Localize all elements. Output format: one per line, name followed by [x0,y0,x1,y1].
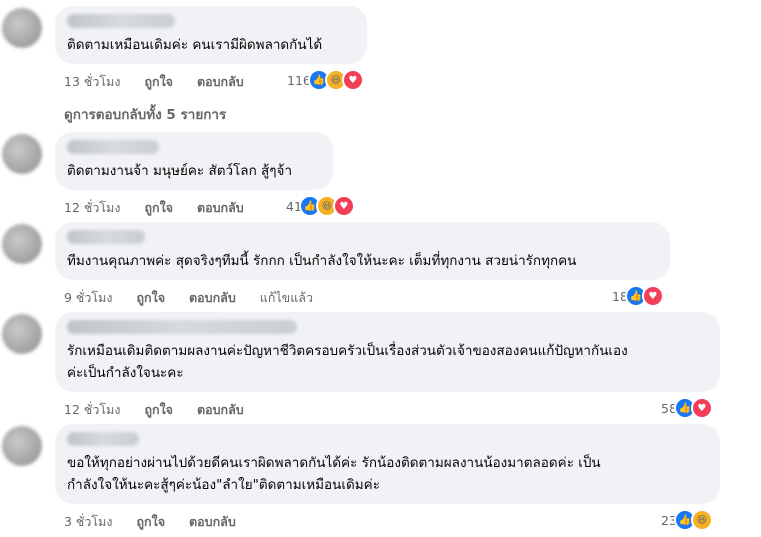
comment-text: รักเหมือนเดิมติดตามผลงานค่ะปัญหาชีวิตครอ… [67,343,628,381]
reply-button[interactable]: ตอบกลับ [197,200,244,215]
reactions-summary[interactable]: 41 👍 😆 ♥ [286,195,355,217]
comment-bubble: รักเหมือนเดิมติดตามผลงานค่ะปัญหาชีวิตครอ… [55,312,720,392]
comment-bubble: ขอให้ทุกอย่างผ่านไปด้วยดีคนเราผิดพลาดกัน… [55,424,720,504]
love-icon: ♥ [332,195,355,217]
commenter-name[interactable] [67,432,139,446]
commenter-name[interactable] [67,230,145,244]
comment-bubble: ติดตามเหมือนเดิมค่ะ คนเรามีผิดพลาดกันได้ [55,6,367,64]
like-button[interactable]: ถูกใจ [144,200,173,215]
timestamp[interactable]: 12 ชั่วโมง [64,200,120,215]
reply-button[interactable]: ตอบกลับ [189,514,236,529]
comment-text: ติดตามงานจ้า มนุษย์คะ สัตว์โลก สู้ๆจ้า [67,163,293,179]
reply-button[interactable]: ตอบกลับ [197,74,244,89]
reactions-summary[interactable]: 116 👍 😆 ♥ [287,69,364,91]
timestamp[interactable]: 12 ชั่วโมง [64,402,120,417]
commenter-name[interactable] [67,140,159,154]
reply-button[interactable]: ตอบกลับ [189,290,236,305]
like-button[interactable]: ถูกใจ [144,402,173,417]
timestamp[interactable]: 9 ชั่วโมง [64,290,113,305]
timestamp[interactable]: 3 ชั่วโมง [64,514,113,529]
avatar[interactable] [2,314,42,354]
haha-icon: 😆 [690,509,713,531]
comment-text: ติดตามเหมือนเดิมค่ะ คนเรามีผิดพลาดกันได้ [67,37,323,53]
comment-actions: 13 ชั่วโมง ถูกใจ ตอบกลับ [64,72,264,90]
comment-actions: 12 ชั่วโมง ถูกใจ ตอบกลับ [64,400,264,418]
comment-actions: 3 ชั่วโมง ถูกใจ ตอบกลับ [64,512,256,530]
timestamp[interactable]: 13 ชั่วโมง [64,74,120,89]
commenter-name[interactable] [67,14,175,28]
reactions-summary[interactable]: 58 👍 ♥ [661,397,713,419]
comment-actions: 9 ชั่วโมง ถูกใจ ตอบกลับ แก้ไขแล้ว [64,288,333,306]
like-button[interactable]: ถูกใจ [136,514,165,529]
avatar[interactable] [2,134,42,174]
commenter-name[interactable] [67,320,297,334]
like-button[interactable]: ถูกใจ [136,290,165,305]
avatar[interactable] [2,8,42,48]
view-replies-link[interactable]: ดูการตอบกลับทั้ง 5 รายการ [64,103,226,125]
comment-text: ทีมงานคุณภาพค่ะ สุดจริงๆทีมนี้ รักกก เป็… [67,253,577,269]
comment-actions: 12 ชั่วโมง ถูกใจ ตอบกลับ [64,198,264,216]
reactions-summary[interactable]: 23 👍 😆 [661,509,713,531]
love-icon: ♥ [690,397,713,419]
edited-label[interactable]: แก้ไขแล้ว [260,290,313,305]
reactions-summary[interactable]: 18 👍 ♥ [612,285,664,307]
comment-bubble: ทีมงานคุณภาพค่ะ สุดจริงๆทีมนี้ รักกก เป็… [55,222,670,280]
avatar[interactable] [2,426,42,466]
comment-text: ขอให้ทุกอย่างผ่านไปด้วยดีคนเราผิดพลาดกัน… [67,455,601,493]
comment-bubble: ติดตามงานจ้า มนุษย์คะ สัตว์โลก สู้ๆจ้า [55,132,333,190]
avatar[interactable] [2,224,42,264]
reply-button[interactable]: ตอบกลับ [197,402,244,417]
like-button[interactable]: ถูกใจ [144,74,173,89]
love-icon: ♥ [641,285,664,307]
love-icon: ♥ [341,69,364,91]
